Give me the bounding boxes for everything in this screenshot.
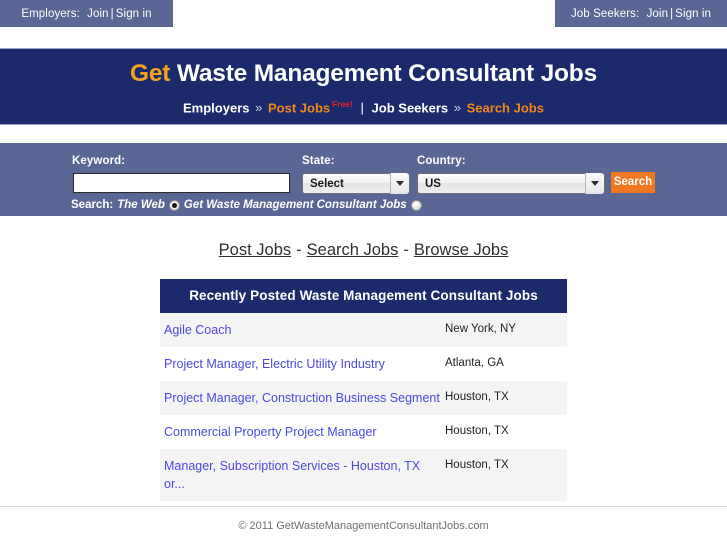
search-panel-inner: Keyword: State: Select Country: US Searc…	[0, 143, 727, 216]
scope-site-label: Get Waste Management Consultant Jobs	[183, 199, 407, 211]
jobseekers-utility-bar: Job Seekers: Join | Sign in	[555, 0, 727, 27]
jobseekers-label: Job Seekers:	[570, 7, 640, 20]
chevron-down-icon-2	[585, 173, 604, 194]
job-title-link[interactable]: Manager, Subscription Services - Houston…	[164, 459, 420, 491]
job-title-link[interactable]: Commercial Property Project Manager	[164, 425, 377, 439]
recent-jobs-table: Agile Coach New York, NY Project Manager…	[160, 313, 567, 501]
recent-jobs-panel: Recently Posted Waste Management Consult…	[160, 279, 567, 501]
keyword-label: Keyword:	[72, 155, 126, 167]
search-button[interactable]: Search	[611, 172, 655, 193]
browse-jobs-link[interactable]: Browse Jobs	[414, 241, 508, 259]
jobseekers-signin-link[interactable]: Sign in	[675, 8, 711, 20]
subnav-employers-label: Employers	[183, 100, 250, 116]
link-separator-2: -	[403, 241, 409, 259]
table-row: Project Manager, Construction Business S…	[160, 381, 567, 415]
search-scope-label: Search:	[71, 199, 114, 211]
employers-label: Employers:	[21, 7, 80, 20]
chevron-right-icon: »	[255, 100, 263, 116]
post-jobs-link[interactable]: Post Jobs	[219, 241, 291, 259]
job-title-cell: Project Manager, Electric Utility Indust…	[160, 347, 443, 381]
banner-subnav: Employers » Post Jobs Free! | Job Seekers…	[0, 99, 727, 115]
job-title-cell: Commercial Property Project Manager	[160, 415, 443, 449]
job-location-cell: Houston, TX	[445, 459, 509, 471]
free-badge: Free!	[332, 99, 353, 109]
table-row: Project Manager, Electric Utility Indust…	[160, 347, 567, 381]
subnav-post-jobs-link[interactable]: Post Jobs	[268, 100, 330, 115]
subnav-pipe: |	[360, 100, 364, 116]
site-banner: Get Waste Management Consultant Jobs Emp…	[0, 48, 727, 125]
job-title-cell: Manager, Subscription Services - Houston…	[160, 449, 443, 501]
job-location-cell: New York, NY	[445, 323, 516, 335]
scope-web-radio[interactable]	[168, 199, 180, 211]
state-select[interactable]: Select	[302, 173, 410, 194]
site-title-rest: Waste Management Consultant Jobs	[176, 60, 597, 87]
job-title-link[interactable]: Agile Coach	[164, 323, 231, 337]
job-title-link[interactable]: Project Manager, Electric Utility Indust…	[164, 357, 385, 371]
country-label: Country:	[417, 155, 466, 167]
table-row: Commercial Property Project Manager Hous…	[160, 415, 567, 449]
job-title-cell: Agile Coach	[160, 313, 443, 347]
footer-divider	[0, 506, 727, 507]
subnav-search-jobs-link[interactable]: Search Jobs	[467, 100, 544, 115]
chevron-right-icon-2: »	[453, 100, 462, 116]
employers-utility-bar: Employers: Join | Sign in	[0, 0, 173, 27]
site-title-accent: Get	[130, 60, 171, 87]
state-label: State:	[302, 155, 335, 167]
chevron-down-icon	[390, 173, 409, 194]
state-select-value: Select	[310, 177, 344, 190]
link-separator-1: -	[296, 241, 302, 259]
table-row: Manager, Subscription Services - Houston…	[160, 449, 567, 501]
employers-separator: |	[110, 7, 114, 20]
primary-nav-links: Post Jobs - Search Jobs - Browse Jobs	[0, 241, 727, 260]
employers-signin-link[interactable]: Sign in	[116, 8, 152, 20]
site-title: Get Waste Management Consultant Jobs	[0, 49, 727, 88]
search-keyword-input[interactable]	[73, 173, 290, 193]
employers-join-link[interactable]: Join	[87, 8, 109, 20]
table-row: Agile Coach New York, NY	[160, 313, 567, 347]
search-jobs-link[interactable]: Search Jobs	[307, 241, 399, 259]
jobseekers-join-link[interactable]: Join	[647, 8, 669, 20]
job-location-cell: Atlanta, GA	[445, 357, 504, 369]
utility-bar-row: Employers: Join | Sign in Job Seekers: J…	[0, 0, 727, 27]
search-panel: Keyword: State: Select Country: US Searc…	[0, 143, 727, 216]
subnav-job-seekers-label: Job Seekers	[371, 100, 449, 116]
jobseekers-separator: |	[670, 7, 674, 20]
scope-web-label: The Web	[117, 199, 165, 211]
job-title-link[interactable]: Project Manager, Construction Business S…	[164, 391, 440, 405]
footer-copyright: © 2011 GetWasteManagementConsultantJobs.…	[238, 520, 489, 532]
country-select-value: US	[425, 177, 441, 190]
scope-site-radio[interactable]	[410, 199, 422, 211]
job-location-cell: Houston, TX	[445, 425, 509, 437]
page-root: Employers: Join | Sign in Job Seekers: J…	[0, 0, 727, 545]
job-location-cell: Houston, TX	[445, 391, 509, 403]
search-scope-group: Search: The Web Get Waste Management Con…	[71, 199, 422, 211]
country-select[interactable]: US	[417, 173, 605, 194]
job-title-cell: Project Manager, Construction Business S…	[160, 381, 443, 415]
recent-jobs-heading: Recently Posted Waste Management Consult…	[160, 279, 567, 313]
